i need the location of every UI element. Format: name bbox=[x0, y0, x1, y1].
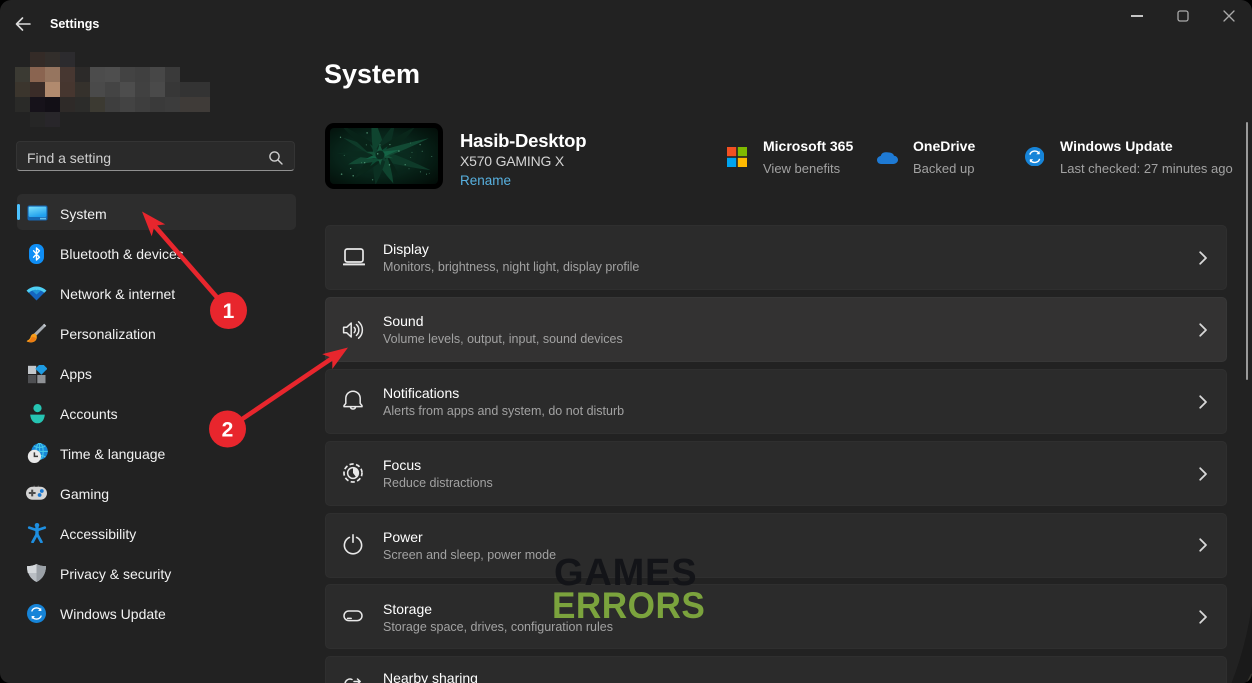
svg-text:2: 2 bbox=[222, 419, 234, 442]
svg-text:1: 1 bbox=[223, 300, 235, 323]
